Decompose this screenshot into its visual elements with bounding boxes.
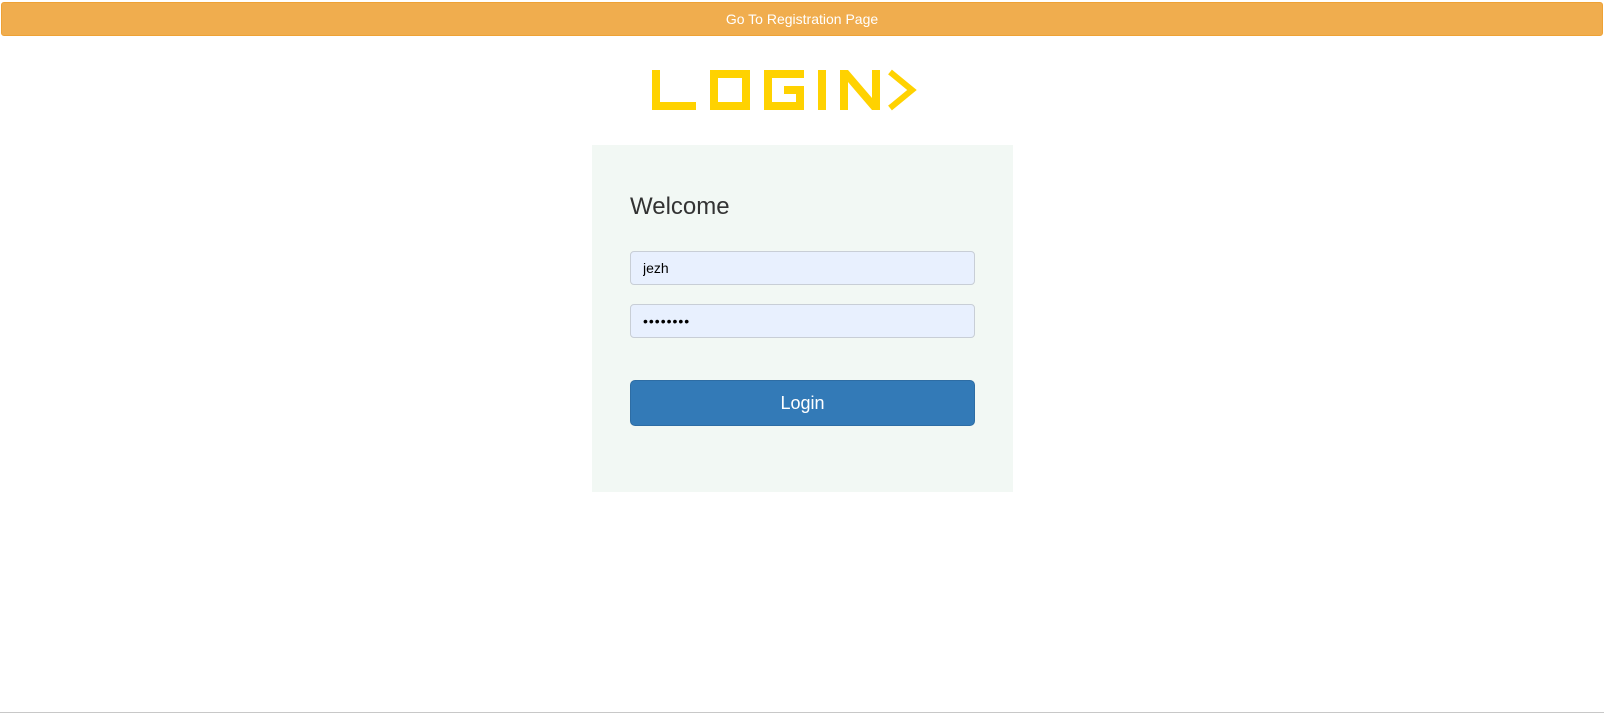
username-input[interactable]	[630, 251, 975, 285]
login-panel: Welcome Login	[592, 145, 1013, 492]
welcome-heading: Welcome	[630, 193, 730, 220]
bottom-divider	[0, 712, 1604, 713]
login-logo	[652, 69, 917, 111]
password-input[interactable]	[630, 304, 975, 338]
registration-page-button[interactable]: Go To Registration Page	[1, 2, 1603, 36]
chevron-right-icon	[888, 69, 917, 111]
login-button[interactable]: Login	[630, 380, 975, 426]
